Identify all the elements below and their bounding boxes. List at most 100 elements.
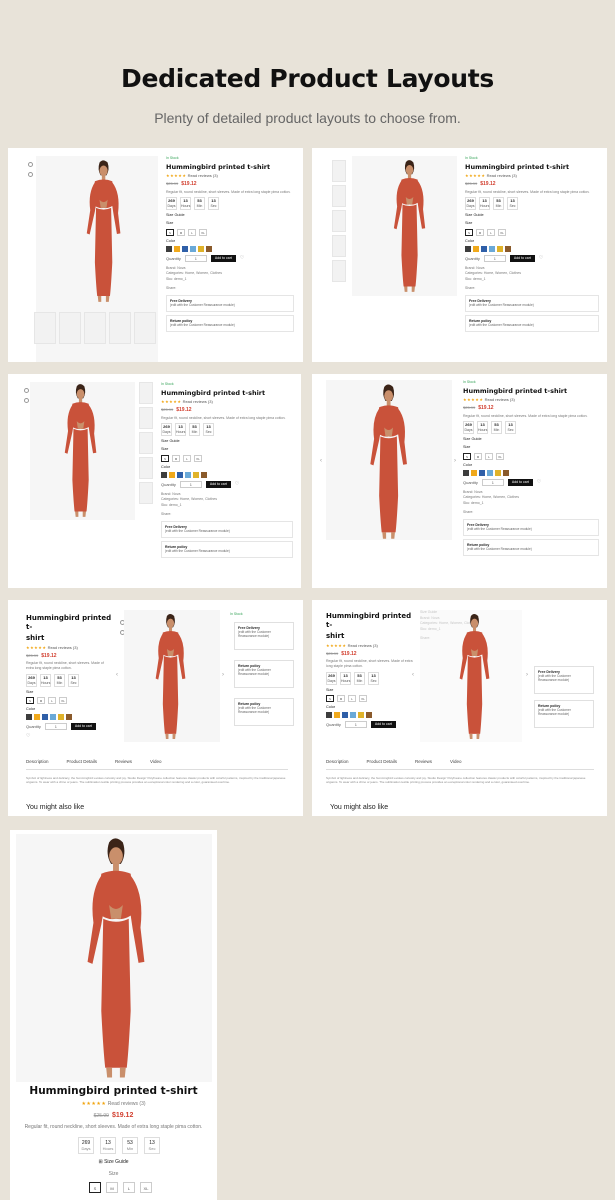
thumbnail[interactable] bbox=[332, 235, 346, 257]
share-row[interactable]: Share: bbox=[161, 512, 293, 517]
thumbnail[interactable] bbox=[34, 312, 56, 344]
share-row[interactable]: Share: bbox=[463, 510, 599, 515]
color-swatch[interactable] bbox=[465, 245, 471, 252]
color-swatch[interactable] bbox=[190, 245, 196, 252]
color-swatch[interactable] bbox=[26, 714, 32, 721]
layout-preview-7[interactable]: Hummingbird printed t-shirt ★★★★★ Read r… bbox=[10, 830, 217, 1200]
tab-video[interactable]: Video bbox=[450, 759, 461, 764]
thumbnail[interactable] bbox=[59, 312, 81, 344]
color-swatch[interactable] bbox=[497, 245, 503, 252]
thumbnail[interactable] bbox=[139, 457, 153, 479]
color-swatch[interactable] bbox=[42, 714, 48, 721]
layout-preview-3[interactable]: In Stock Hummingbird printed t-shirt ★★★… bbox=[8, 374, 301, 588]
color-swatch[interactable] bbox=[182, 245, 188, 252]
color-swatch[interactable] bbox=[489, 245, 495, 252]
color-swatch[interactable] bbox=[169, 471, 175, 478]
quantity-input[interactable]: 1 bbox=[483, 254, 506, 262]
color-swatches[interactable] bbox=[326, 712, 414, 719]
add-to-cart-button[interactable]: Add to cart bbox=[70, 723, 96, 731]
color-swatch[interactable] bbox=[479, 469, 485, 476]
size-guide-link[interactable]: Size Guide bbox=[161, 439, 293, 444]
layout-preview-6[interactable]: Hummingbird printed t- shirt ★★★★★ Read … bbox=[312, 600, 607, 816]
tab-product-details[interactable]: Product Details bbox=[67, 759, 98, 764]
thumbnail[interactable] bbox=[332, 260, 346, 282]
quantity-input[interactable]: 1 bbox=[184, 254, 207, 262]
slider-prev-icon[interactable]: ‹ bbox=[116, 672, 118, 678]
color-swatch[interactable] bbox=[161, 471, 167, 478]
color-swatches[interactable] bbox=[463, 469, 599, 476]
tab-reviews[interactable]: Reviews bbox=[115, 759, 132, 764]
wishlist-icon[interactable]: ♡ bbox=[240, 255, 244, 262]
color-swatch[interactable] bbox=[66, 714, 72, 721]
thumbnail[interactable] bbox=[139, 382, 153, 404]
slider-next-icon[interactable]: › bbox=[526, 672, 528, 678]
color-swatch[interactable] bbox=[358, 712, 364, 719]
wishlist-icon[interactable]: ♡ bbox=[539, 255, 543, 262]
color-swatch[interactable] bbox=[34, 714, 40, 721]
color-swatch[interactable] bbox=[174, 245, 180, 252]
reviews-link[interactable]: Read reviews (3) bbox=[48, 645, 78, 650]
add-to-cart-button[interactable]: Add to cart bbox=[205, 480, 231, 488]
add-to-cart-button[interactable]: Add to cart bbox=[210, 254, 236, 262]
color-swatch[interactable] bbox=[350, 712, 356, 719]
color-swatch[interactable] bbox=[487, 469, 493, 476]
quantity-input[interactable]: 1 bbox=[481, 478, 504, 486]
add-to-cart-button[interactable]: Add to cart bbox=[509, 254, 535, 262]
thumbnail[interactable] bbox=[139, 407, 153, 429]
color-swatches[interactable] bbox=[161, 471, 293, 478]
color-swatch[interactable] bbox=[473, 245, 479, 252]
thumbnail[interactable] bbox=[332, 185, 346, 207]
tab-reviews[interactable]: Reviews bbox=[415, 759, 432, 764]
color-swatch[interactable] bbox=[50, 714, 56, 721]
layout-preview-2[interactable]: In Stock Hummingbird printed t-shirt ★★★… bbox=[312, 148, 607, 362]
tab-description[interactable]: Description bbox=[326, 759, 349, 764]
reviews-link[interactable]: Read reviews (3) bbox=[108, 1101, 146, 1107]
add-to-cart-button[interactable]: Add to cart bbox=[370, 721, 396, 729]
size-options[interactable]: S M L XL bbox=[161, 454, 293, 462]
color-swatches[interactable] bbox=[166, 245, 294, 252]
wishlist-icon[interactable]: ♡ bbox=[26, 733, 112, 740]
layout-preview-1[interactable]: In Stock Hummingbird printed t-shirt ★★★… bbox=[8, 148, 303, 362]
color-swatch[interactable] bbox=[198, 245, 204, 252]
tab-video[interactable]: Video bbox=[150, 759, 161, 764]
reviews-link[interactable]: Read reviews (3) bbox=[485, 397, 515, 402]
reviews-link[interactable]: Read reviews (3) bbox=[183, 399, 213, 404]
slider-prev-icon[interactable]: ‹ bbox=[412, 672, 414, 678]
color-swatch[interactable] bbox=[342, 712, 348, 719]
size-options[interactable]: S M L XL bbox=[26, 697, 112, 704]
color-swatch[interactable] bbox=[326, 712, 332, 719]
wishlist-icon[interactable]: ♡ bbox=[235, 481, 239, 488]
thumbnail[interactable] bbox=[109, 312, 131, 344]
color-swatch[interactable] bbox=[206, 245, 212, 252]
color-swatch[interactable] bbox=[471, 469, 477, 476]
color-swatch[interactable] bbox=[503, 469, 509, 476]
color-swatches[interactable] bbox=[26, 714, 112, 721]
reviews-link[interactable]: Read reviews (3) bbox=[487, 173, 517, 178]
color-swatches[interactable] bbox=[465, 245, 599, 252]
reviews-link[interactable]: Read reviews (3) bbox=[188, 173, 218, 178]
slider-prev-icon[interactable]: ‹ bbox=[320, 458, 322, 464]
color-swatch[interactable] bbox=[58, 714, 64, 721]
color-swatch[interactable] bbox=[201, 471, 207, 478]
color-swatch[interactable] bbox=[334, 712, 340, 719]
slider-next-icon[interactable]: › bbox=[454, 458, 456, 464]
layout-preview-4[interactable]: ‹ › In Stock Hummingbird printed t-shirt… bbox=[312, 374, 607, 588]
slider-next-icon[interactable]: › bbox=[222, 672, 224, 678]
color-swatch[interactable] bbox=[185, 471, 191, 478]
thumbnail[interactable] bbox=[139, 482, 153, 504]
color-swatch[interactable] bbox=[193, 471, 199, 478]
thumbnail[interactable] bbox=[84, 312, 106, 344]
add-to-cart-button[interactable]: Add to cart bbox=[507, 478, 533, 486]
size-options[interactable]: S M L XL bbox=[326, 695, 414, 702]
size-guide-link[interactable]: Size Guide bbox=[463, 437, 599, 442]
color-swatch[interactable] bbox=[166, 245, 172, 252]
thumbnail[interactable] bbox=[139, 432, 153, 454]
thumbnail[interactable] bbox=[332, 160, 346, 182]
tab-product-details[interactable]: Product Details bbox=[367, 759, 398, 764]
share-row[interactable]: Share: bbox=[465, 286, 599, 291]
tab-description[interactable]: Description bbox=[26, 759, 49, 764]
color-swatch[interactable] bbox=[366, 712, 372, 719]
size-guide-link[interactable]: Size Guide bbox=[166, 213, 294, 218]
size-guide-link[interactable]: ⊞ Size Guide bbox=[10, 1159, 217, 1165]
quantity-input[interactable]: 1 bbox=[44, 723, 67, 731]
